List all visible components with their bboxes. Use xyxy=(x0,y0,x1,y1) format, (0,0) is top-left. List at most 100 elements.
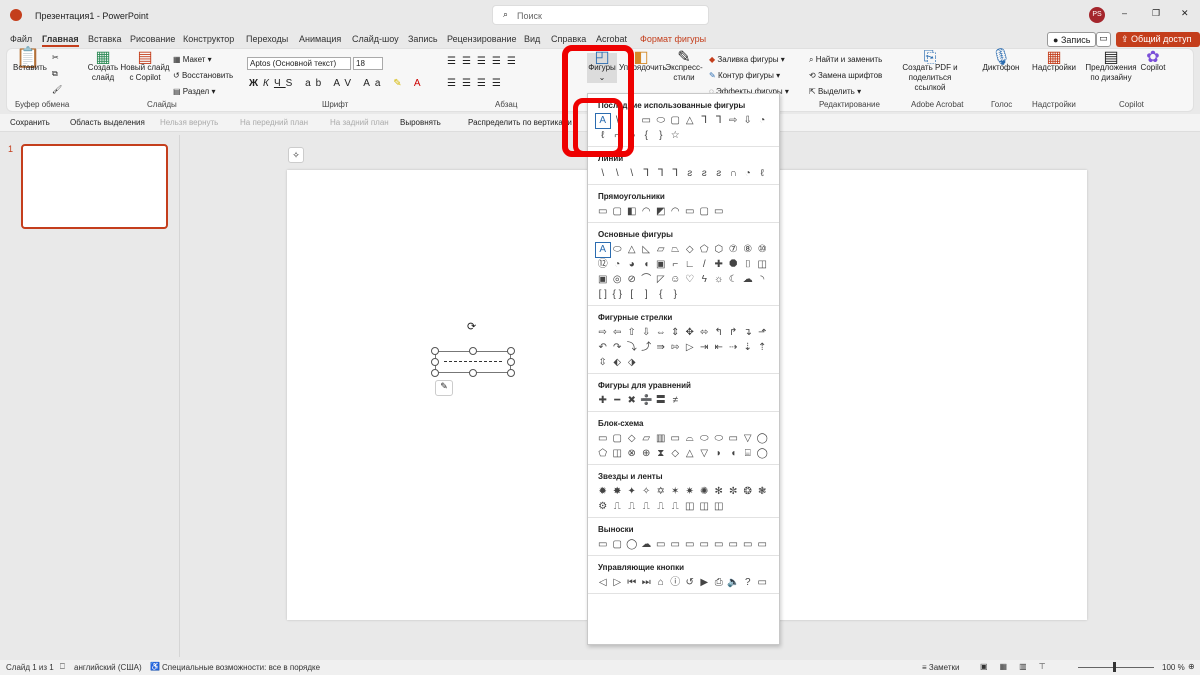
shape-icon[interactable]: ◖ xyxy=(727,447,741,461)
shape-icon[interactable]: ⇕ xyxy=(669,326,683,340)
shape-icon[interactable]: ⎍ xyxy=(654,500,668,514)
reset-button[interactable]: ↺ Восстановить xyxy=(173,71,233,81)
notes-button[interactable]: ≡ Заметки xyxy=(922,663,960,672)
copilot-button[interactable]: ✿ Copilot xyxy=(1137,50,1169,73)
shape-icon[interactable]: ▭ xyxy=(669,432,683,446)
shape-icon[interactable]: ▥ xyxy=(654,432,668,446)
shape-icon[interactable]: ▢ xyxy=(611,205,625,219)
shape-icon[interactable]: ◔ xyxy=(756,114,770,128)
shape-icon[interactable]: ❂ xyxy=(741,485,755,499)
shape-icon[interactable]: ✷ xyxy=(683,485,697,499)
copilot-slide-button[interactable]: ▤ Новый слайд с Copilot xyxy=(120,50,170,83)
shape-icon[interactable]: ◔ xyxy=(611,258,625,272)
shape-icon[interactable]: ▱ xyxy=(654,243,668,257)
shape-icon[interactable]: ⏮ xyxy=(625,576,639,590)
slide-thumbnail[interactable] xyxy=(21,144,168,229)
copy-icon[interactable]: ⧉ xyxy=(52,69,58,79)
shape-icon[interactable]: ⇰ xyxy=(669,341,683,355)
tab-3[interactable]: Рисование xyxy=(130,34,175,44)
shape-icon[interactable]: ◺ xyxy=(640,243,654,257)
search-input[interactable]: ⌕ Поиск xyxy=(492,5,709,25)
resize-handle[interactable] xyxy=(431,358,439,366)
shape-icon[interactable]: ↶ xyxy=(596,341,610,355)
shape-icon[interactable]: ⏢ xyxy=(669,243,683,257)
shape-icon[interactable]: ⎍ xyxy=(669,500,683,514)
shape-icon[interactable]: ⬏ xyxy=(756,326,770,340)
shape-icon[interactable]: ▢ xyxy=(669,114,683,128)
shape-icon[interactable]: ▭ xyxy=(683,538,697,552)
shape-icon[interactable]: ◫ xyxy=(698,500,712,514)
shape-icon[interactable]: / xyxy=(698,258,712,272)
shape-icon[interactable]: ▽ xyxy=(741,432,755,446)
shape-icon[interactable]: [ xyxy=(625,288,639,302)
zoom-level[interactable]: 100 % xyxy=(1162,663,1185,672)
format-painter-icon[interactable]: 🖌 xyxy=(52,85,62,95)
tab-4[interactable]: Конструктор xyxy=(183,34,234,44)
shape-icon[interactable]: ⤴ xyxy=(640,341,654,355)
font-name-select[interactable]: Aptos (Основной текст) xyxy=(247,57,351,70)
shape-icon[interactable]: ƨ xyxy=(698,167,712,181)
shape-icon[interactable]: ⓘ xyxy=(669,576,683,590)
shape-icon[interactable]: ☁ xyxy=(741,273,755,287)
shape-icon[interactable]: ⅂ xyxy=(669,167,683,181)
shape-icon[interactable]: ⚙ xyxy=(596,500,610,514)
shape-icon[interactable]: ▭ xyxy=(698,538,712,552)
shape-icon[interactable]: ✦ xyxy=(625,485,639,499)
shape-icon[interactable]: ➗ xyxy=(640,394,654,408)
shape-icon[interactable]: ⇛ xyxy=(654,341,668,355)
shape-icon[interactable]: ❃ xyxy=(756,485,770,499)
shape-icon[interactable]: ⇧ xyxy=(625,326,639,340)
font-format-buttons[interactable]: ЖКЧS ab AV Aa ✎ A xyxy=(249,79,426,89)
spellcheck-icon[interactable]: ⎕ xyxy=(60,662,65,672)
shape-icon[interactable]: ◗ xyxy=(712,447,726,461)
shape-icon[interactable]: ━ xyxy=(611,394,625,408)
section-button[interactable]: ▤ Раздел ▾ xyxy=(173,87,215,97)
shape-icon[interactable]: ⑦ xyxy=(727,243,741,257)
shape-icon[interactable]: ◫ xyxy=(611,447,625,461)
shape-icon[interactable]: ▭ xyxy=(596,432,610,446)
shape-icon[interactable]: ✸ xyxy=(611,485,625,499)
shape-icon[interactable]: } xyxy=(654,129,668,143)
shape-icon[interactable]: ƨ xyxy=(683,167,697,181)
tab-1[interactable]: Главная xyxy=(42,34,79,47)
shape-icon[interactable]: ⊕ xyxy=(640,447,654,461)
qat-item-4[interactable]: На задний план xyxy=(330,118,389,127)
accessibility-status[interactable]: Специальные возможности: все в порядке xyxy=(162,663,320,672)
shape-icon[interactable]: 🔈 xyxy=(727,576,741,590)
comments-button[interactable]: ▭ xyxy=(1096,32,1111,47)
shape-icon[interactable]: ⤵ xyxy=(625,341,639,355)
qat-item-1[interactable]: Область выделения xyxy=(70,118,145,127)
shape-icon[interactable]: ⌂ xyxy=(654,576,668,590)
shape-icon[interactable]: ∟ xyxy=(683,258,697,272)
qat-item-6[interactable]: Распределить по вертикали xyxy=(468,118,572,127)
replace-fonts-button[interactable]: ⟲ Замена шрифтов xyxy=(809,71,882,81)
paste-button[interactable]: 📋 Вставить xyxy=(13,48,47,73)
font-size-select[interactable]: 18 xyxy=(353,57,383,70)
shape-icon[interactable]: ◯ xyxy=(756,432,770,446)
language-status[interactable]: английский (США) xyxy=(74,663,142,672)
shape-icon[interactable]: ⧗ xyxy=(654,447,668,461)
shape-icon[interactable]: ✶ xyxy=(669,485,683,499)
shape-icon[interactable]: ◯ xyxy=(756,447,770,461)
shape-icon[interactable]: ⎍ xyxy=(625,500,639,514)
qat-item-0[interactable]: Сохранить xyxy=(10,118,50,127)
tab-8[interactable]: Запись xyxy=(408,34,438,44)
tab-5[interactable]: Переходы xyxy=(246,34,288,44)
shape-icon[interactable]: ⑫ xyxy=(596,258,610,272)
shape-icon[interactable]: ◇ xyxy=(669,447,683,461)
shape-icon[interactable]: ▭ xyxy=(683,205,697,219)
tab-13[interactable]: Формат фигуры xyxy=(640,34,706,44)
resize-handle[interactable] xyxy=(431,347,439,355)
shape-icon[interactable]: ☾ xyxy=(727,273,741,287)
shape-icon[interactable]: ⇦ xyxy=(611,326,625,340)
shape-icon[interactable]: \ xyxy=(625,167,639,181)
shape-icon[interactable]: ◸ xyxy=(654,273,668,287)
shape-icon[interactable]: ∩ xyxy=(727,167,741,181)
shape-icon[interactable]: ◁ xyxy=(596,576,610,590)
shape-icon[interactable]: ◠ xyxy=(669,205,683,219)
shape-icon[interactable]: △ xyxy=(625,243,639,257)
shape-icon[interactable]: ↴ xyxy=(741,326,755,340)
avatar[interactable]: PS xyxy=(1089,7,1105,23)
shape-icon[interactable]: ⬡ xyxy=(712,243,726,257)
create-pdf-button[interactable]: ⎘ Создать PDF и поделиться ссылкой xyxy=(895,50,965,93)
